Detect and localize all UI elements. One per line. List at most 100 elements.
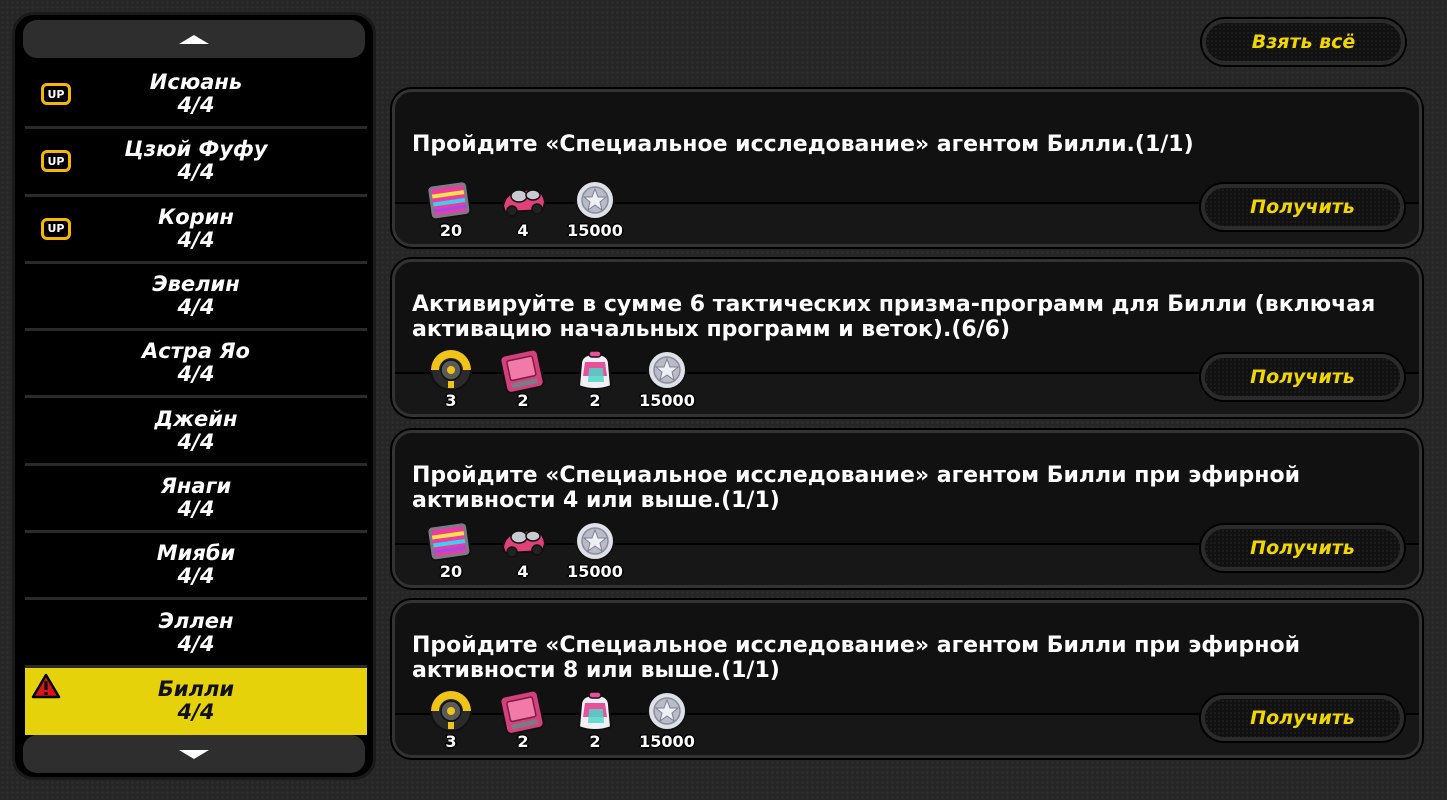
reward-item[interactable]: 3 bbox=[415, 346, 487, 410]
agent-progress: 4/4 bbox=[177, 429, 215, 454]
dennies-coin-icon bbox=[647, 350, 687, 390]
agent-item-evelyn[interactable]: Эвелин 4/4 bbox=[25, 264, 367, 332]
agent-item-isyuan[interactable]: UP Исюань 4/4 bbox=[25, 62, 367, 130]
reward-item[interactable]: 2 bbox=[487, 687, 559, 751]
claim-label: Получить bbox=[1250, 196, 1355, 218]
claim-label: Получить bbox=[1250, 366, 1355, 388]
agent-item-ellen[interactable]: Эллен 4/4 bbox=[25, 600, 367, 668]
agent-progress: 4/4 bbox=[177, 564, 215, 589]
agent-item-miyabi[interactable]: Мияби 4/4 bbox=[25, 533, 367, 601]
chevron-down-icon bbox=[179, 749, 209, 759]
film-reel-icon bbox=[426, 521, 472, 562]
gold-chip-icon bbox=[430, 690, 472, 732]
reward-count: 20 bbox=[439, 221, 463, 240]
reward-count: 2 bbox=[517, 391, 529, 410]
agent-item-billy[interactable]: Билли 4/4 bbox=[25, 667, 367, 735]
agent-name: Корин bbox=[158, 204, 234, 229]
agent-progress: 4/4 bbox=[177, 227, 215, 252]
chevron-up-icon bbox=[179, 34, 209, 44]
data-card-icon bbox=[499, 348, 545, 394]
agent-item-jane[interactable]: Джейн 4/4 bbox=[25, 398, 367, 466]
scroll-down-button[interactable] bbox=[23, 735, 365, 773]
agent-progress: 4/4 bbox=[177, 631, 215, 656]
reward-item[interactable]: 15000 bbox=[559, 517, 631, 581]
agent-progress: 4/4 bbox=[177, 496, 215, 521]
reward-item[interactable]: 20 bbox=[415, 176, 487, 240]
agent-item-astra-yao[interactable]: Астра Яо 4/4 bbox=[25, 331, 367, 399]
task-description: Активируйте в сумме 6 тактических призма… bbox=[412, 292, 1376, 342]
task-card: Активируйте в сумме 6 тактических призма… bbox=[392, 259, 1422, 417]
claim-all-label: Взять всё bbox=[1251, 31, 1356, 53]
reward-item[interactable]: 4 bbox=[487, 176, 559, 240]
task-card: Пройдите «Специальное исследование» аген… bbox=[392, 430, 1422, 588]
claim-button[interactable]: Получить bbox=[1201, 354, 1404, 400]
reward-list: 20 4 15000 bbox=[415, 176, 631, 240]
backpack-icon bbox=[577, 350, 613, 390]
reward-count: 15000 bbox=[567, 221, 623, 240]
backpack-icon bbox=[577, 691, 613, 731]
reward-item[interactable]: 4 bbox=[487, 517, 559, 581]
reward-item[interactable]: 3 bbox=[415, 687, 487, 751]
reward-count: 15000 bbox=[639, 732, 695, 751]
agent-progress: 4/4 bbox=[177, 160, 215, 185]
reward-item[interactable]: 15000 bbox=[559, 176, 631, 240]
reward-count: 2 bbox=[589, 732, 601, 751]
reward-item[interactable]: 15000 bbox=[631, 687, 703, 751]
claim-button[interactable]: Получить bbox=[1201, 695, 1404, 741]
task-card: Пройдите «Специальное исследование» аген… bbox=[392, 600, 1422, 758]
agent-name: Цзюй Фуфу bbox=[124, 137, 268, 162]
agent-item-corin[interactable]: UP Корин 4/4 bbox=[25, 197, 367, 264]
reward-count: 3 bbox=[445, 391, 457, 410]
agent-name: Астра Яо bbox=[142, 339, 250, 364]
reward-count: 4 bbox=[517, 221, 529, 240]
reward-item[interactable]: 15000 bbox=[631, 346, 703, 410]
reward-count: 15000 bbox=[639, 391, 695, 410]
agent-name: Мияби bbox=[156, 541, 236, 566]
agent-name: Билли bbox=[157, 677, 235, 702]
alert-icon bbox=[31, 673, 61, 698]
agent-name: Исюань bbox=[149, 70, 243, 95]
reward-count: 3 bbox=[445, 732, 457, 751]
task-description: Пройдите «Специальное исследование» аген… bbox=[412, 633, 1300, 683]
claim-button[interactable]: Получить bbox=[1201, 525, 1404, 571]
up-badge-icon: UP bbox=[41, 150, 71, 173]
data-card-icon bbox=[499, 689, 545, 735]
reward-item[interactable]: 2 bbox=[487, 346, 559, 410]
agent-list: UP Исюань 4/4 UP Цзюй Фуфу 4/4 UP Корин … bbox=[25, 62, 367, 735]
agent-name: Эвелин bbox=[152, 272, 240, 297]
agent-progress: 4/4 bbox=[177, 700, 215, 725]
claim-button[interactable]: Получить bbox=[1201, 184, 1404, 230]
dennies-coin-icon bbox=[575, 521, 615, 561]
reward-count: 20 bbox=[439, 562, 463, 581]
agent-progress: 4/4 bbox=[177, 295, 215, 320]
film-reel-icon bbox=[426, 180, 472, 221]
reward-list: 20 4 15000 bbox=[415, 517, 631, 581]
car-icon bbox=[501, 187, 547, 217]
reward-count: 2 bbox=[517, 732, 529, 751]
agent-progress: 4/4 bbox=[177, 93, 215, 118]
claim-label: Получить bbox=[1250, 537, 1355, 559]
up-badge-icon: UP bbox=[41, 83, 71, 106]
agent-name: Янаги bbox=[160, 473, 232, 498]
agent-name: Джейн bbox=[154, 406, 238, 431]
reward-count: 4 bbox=[517, 562, 529, 581]
agent-item-yanagi[interactable]: Янаги 4/4 bbox=[25, 466, 367, 534]
agent-item-jufufu[interactable]: UP Цзюй Фуфу 4/4 bbox=[25, 129, 367, 197]
claim-all-button[interactable]: Взять всё bbox=[1202, 19, 1405, 65]
up-badge-icon: UP bbox=[41, 217, 71, 240]
reward-item[interactable]: 2 bbox=[559, 687, 631, 751]
reward-item[interactable]: 2 bbox=[559, 346, 631, 410]
agent-name: Эллен bbox=[158, 608, 234, 633]
task-description: Пройдите «Специальное исследование» аген… bbox=[412, 463, 1300, 513]
task-description: Пройдите «Специальное исследование» аген… bbox=[412, 132, 1194, 157]
reward-list: 3 2 2 15000 bbox=[415, 687, 703, 751]
reward-count: 15000 bbox=[567, 562, 623, 581]
scroll-up-button[interactable] bbox=[23, 20, 365, 58]
dennies-coin-icon bbox=[647, 691, 687, 731]
reward-list: 3 2 2 15000 bbox=[415, 346, 703, 410]
agent-sidebar: UP Исюань 4/4 UP Цзюй Фуфу 4/4 UP Корин … bbox=[12, 12, 376, 780]
claim-label: Получить bbox=[1250, 707, 1355, 729]
reward-item[interactable]: 20 bbox=[415, 517, 487, 581]
dennies-coin-icon bbox=[575, 180, 615, 220]
gold-chip-icon bbox=[430, 349, 472, 391]
